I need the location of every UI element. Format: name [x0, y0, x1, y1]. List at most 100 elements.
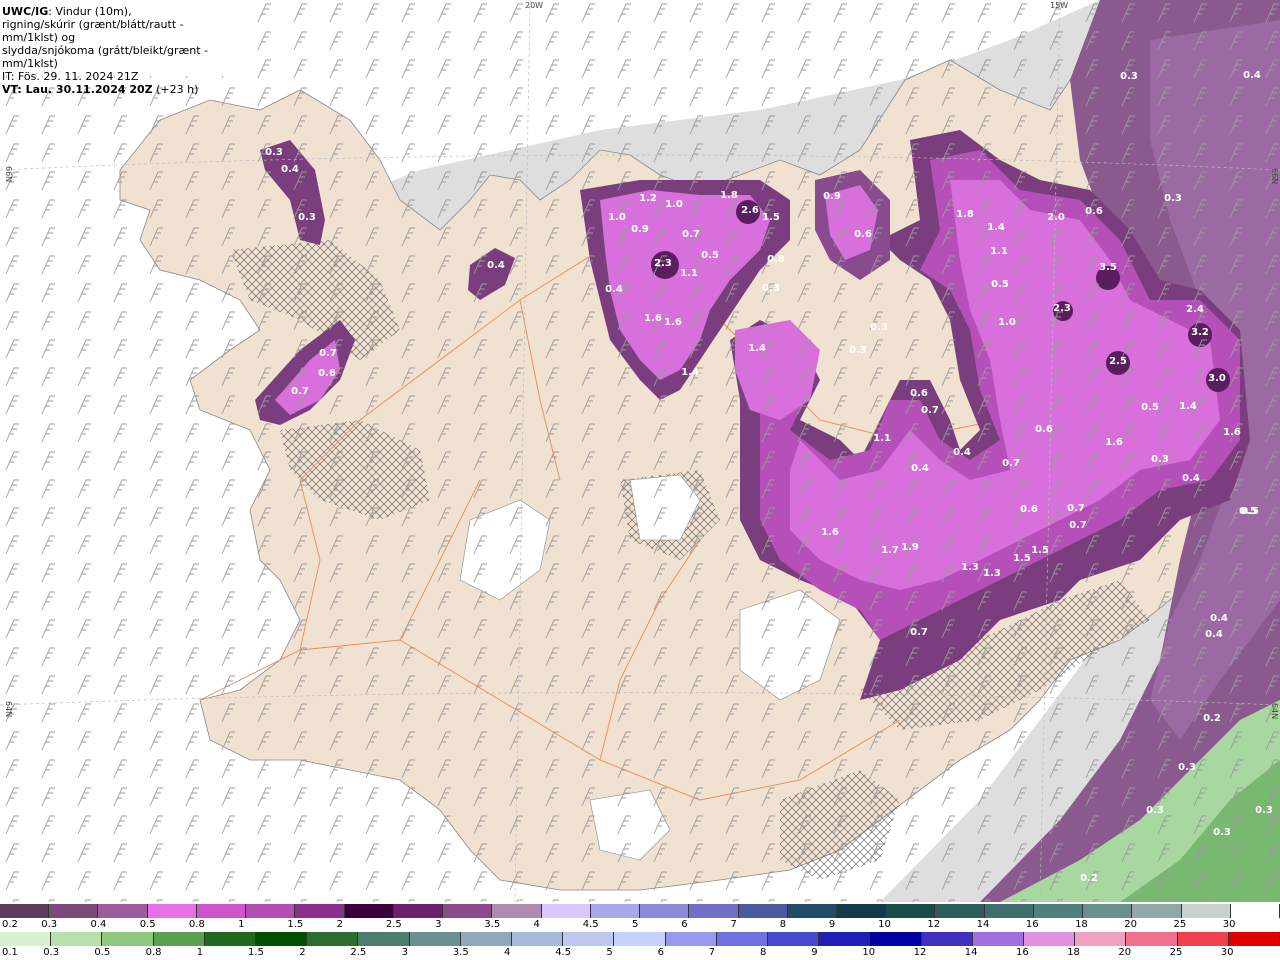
scale-label: 2: [299, 947, 306, 958]
precip-value-label: 1.0: [665, 199, 683, 210]
scale-swatch: [1083, 904, 1133, 918]
scale-swatch: [640, 904, 690, 918]
scale-label: 2.5: [350, 947, 367, 958]
scale-swatch: [1230, 904, 1280, 918]
scale-label: 1: [196, 947, 204, 958]
scale-label: 2: [336, 919, 343, 930]
scale-swatch: [787, 904, 837, 918]
scale-label: 12: [913, 947, 927, 958]
scale-label: 16: [1016, 947, 1029, 958]
precip-value-label: 1.1: [680, 268, 698, 279]
precip-value-label: 0.6: [910, 388, 928, 399]
scale-label: 5: [632, 919, 639, 930]
precip-value-label: 0.5: [1141, 402, 1159, 413]
scale-swatch: [689, 904, 739, 918]
precip-value-label: 0.9: [631, 224, 649, 235]
scale-label: 3.5: [484, 919, 501, 930]
scale-swatch: [256, 932, 308, 946]
scale-label: 7: [730, 919, 737, 930]
scale-label: 18: [1067, 947, 1080, 958]
scale-label: 0.3: [43, 947, 60, 958]
precip-value-label: 0.2: [1080, 873, 1098, 884]
precip-value-label: 1.5: [762, 212, 780, 223]
scale-label: 20: [1118, 947, 1132, 958]
precip-value-label: 1.8: [720, 190, 738, 201]
precip-value-label: 3.5: [1099, 262, 1117, 273]
precip-value-label: 3.2: [1191, 327, 1209, 338]
precip-value-label: 0.3: [1255, 805, 1273, 816]
scale-swatch: [836, 904, 887, 918]
scale-label: 2.5: [385, 919, 402, 930]
precip-value-label: 1.4: [987, 222, 1005, 233]
grid-label-66n-left: 66N: [4, 166, 13, 182]
scale-label: 0.5: [94, 947, 111, 958]
precip-value-label: 0.3: [762, 283, 780, 294]
scale-swatch: [409, 932, 461, 946]
scale-label: 30: [1220, 947, 1234, 958]
scale-swatch: [0, 904, 50, 918]
precip-value-label: 0.4: [953, 447, 971, 458]
scale-label: 5: [606, 947, 613, 958]
precip-value-label: 0.7: [1002, 458, 1020, 469]
scale-swatch: [98, 904, 148, 918]
grid-label-64n-right: 64N: [1270, 703, 1279, 719]
scale-label: 1.5: [287, 919, 304, 930]
precip-value-label: 0.7: [1067, 503, 1085, 514]
scale-swatch: [768, 932, 820, 946]
precip-value-label: 0.7: [682, 229, 700, 240]
precip-value-label: 1.0: [998, 317, 1016, 328]
precip-value-label: 0.3: [1178, 762, 1196, 773]
precip-value-label: 0.3: [870, 322, 888, 333]
precip-value-label: 1.1: [873, 433, 891, 444]
scale-label: 16: [1025, 919, 1039, 930]
precip-value-label: 0.5: [701, 250, 719, 261]
precip-value-label: 0.5: [1241, 506, 1259, 517]
scale-label: 20: [1124, 919, 1138, 930]
precip-value-label: 0.4: [1182, 473, 1200, 484]
lead-time: (+23 h): [152, 83, 199, 96]
scale-swatch: [246, 904, 296, 918]
precip-value-label: 1.5: [1013, 553, 1031, 564]
scale-label: 4: [504, 947, 511, 958]
model-name: UWC/IG: [2, 5, 49, 18]
precip-value-label: 0.6: [318, 368, 336, 379]
precip-value-label: 0.4: [911, 463, 929, 474]
precip-value-label: 2.5: [1109, 356, 1127, 367]
title-rest: : Vindur (10m),: [48, 5, 132, 18]
scale-label: 30: [1222, 919, 1236, 930]
scale-label: 10: [878, 919, 891, 930]
precip-value-label: 0.6: [1035, 424, 1053, 435]
scale-swatch: [1024, 932, 1076, 946]
scale-label: 1.5: [248, 947, 264, 958]
precip-value-label: 0.7: [1069, 520, 1087, 531]
scale-swatch: [49, 904, 99, 918]
precip-value-label: 1.6: [644, 313, 662, 324]
scale-label: 0.1: [2, 947, 18, 958]
precip-value-label: 1.6: [821, 527, 839, 538]
scale-swatch: [716, 932, 769, 946]
scale-swatch: [443, 904, 493, 918]
grid-label-20w: 20W: [525, 1, 543, 10]
precip-value-label: 2.4: [1186, 304, 1204, 315]
scale-label: 6: [657, 947, 664, 958]
scale-swatch: [147, 904, 197, 918]
precip-value-label: 0.3: [1146, 805, 1164, 816]
title-line-snow: slydda/snjókoma (grátt/bleikt/grænt - mm…: [2, 44, 209, 70]
precip-value-label: 0.3: [1120, 71, 1138, 82]
scale-swatch: [51, 932, 103, 946]
precip-value-label: 0.3: [1213, 827, 1231, 838]
scale-label: 12: [927, 919, 941, 930]
scale-swatch: [0, 932, 52, 946]
scale-label: 18: [1075, 919, 1088, 930]
scale-swatch: [738, 904, 788, 918]
scale-swatch: [1126, 932, 1178, 946]
precip-value-label: 0.4: [487, 260, 505, 271]
scale-label: 4.5: [582, 919, 599, 930]
precip-value-label: 0.4: [1243, 70, 1261, 81]
scale-swatch: [1132, 904, 1182, 918]
precip-value-label: 0.7: [291, 386, 309, 397]
scale-swatch: [1181, 904, 1231, 918]
precip-value-label: 1.0: [608, 212, 626, 223]
scale-swatch: [358, 932, 410, 946]
precip-value-label: 0.3: [849, 345, 867, 356]
